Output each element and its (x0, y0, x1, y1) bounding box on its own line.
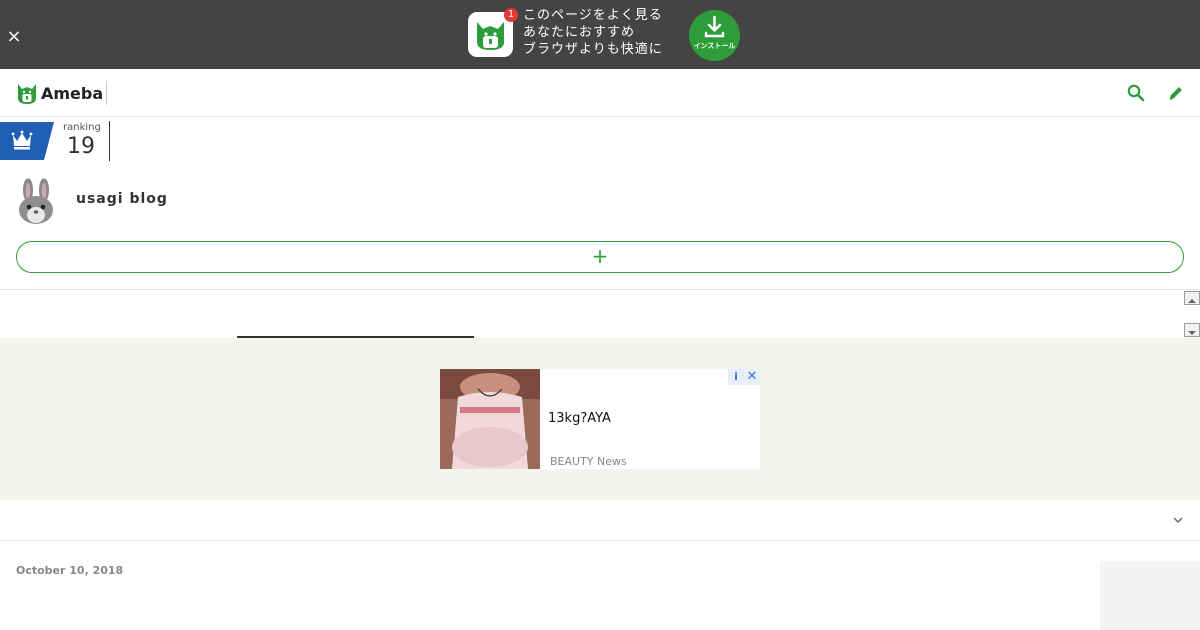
blog-title[interactable]: usagi blog (76, 191, 168, 207)
notification-badge: 1 (504, 8, 518, 22)
logo-text: Ameba (41, 83, 104, 103)
banner-message: このページをよく見る あなたにおすすめ ブラウザよりも快適に (523, 7, 663, 58)
tab-strip (0, 289, 1200, 338)
scroll-down-button[interactable] (1184, 323, 1200, 337)
ad-source: BEAUTY News (550, 455, 627, 468)
ad-section: 13kg?AYA BEAUTY News i ✕ (0, 338, 1200, 500)
ranking-divider (109, 121, 110, 161)
side-panel (1100, 561, 1200, 630)
banner-line-3: ブラウザよりも快適に (523, 42, 663, 57)
avatar[interactable] (12, 177, 60, 225)
ad-info-icon[interactable]: i (728, 369, 744, 385)
follow-button[interactable]: + (16, 241, 1184, 273)
close-icon[interactable]: × (4, 27, 24, 47)
edit-pencil-icon[interactable] (1166, 83, 1186, 103)
ad-card[interactable]: 13kg?AYA BEAUTY News i ✕ (440, 369, 760, 469)
ad-image[interactable] (440, 369, 540, 469)
app-install-banner: × 1 このページをよく見る あなたにおすすめ ブラウザよりも快適に インストー… (0, 0, 1200, 69)
ranking-label: ranking (63, 122, 101, 133)
ad-title[interactable]: 13kg?AYA (548, 411, 611, 426)
install-button[interactable]: インストール (689, 10, 740, 61)
banner-line-1: このページをよく見る (523, 8, 663, 23)
rabbit-avatar-icon (12, 177, 60, 225)
chevron-down-icon[interactable] (1170, 512, 1186, 528)
site-header: Ameba (0, 69, 1200, 117)
search-icon[interactable] (1126, 83, 1146, 103)
download-icon (704, 15, 725, 38)
banner-line-2: あなたにおすすめ (523, 25, 636, 40)
ad-close-icon[interactable]: ✕ (744, 369, 760, 385)
header-divider (106, 81, 107, 105)
install-label: インストール (693, 42, 736, 50)
arrow-up-icon (1188, 299, 1196, 303)
ranking-badge[interactable] (0, 122, 54, 160)
post-date: October 10, 2018 (16, 564, 124, 577)
ranking-number: 19 (67, 134, 95, 159)
scroll-up-button[interactable] (1184, 291, 1200, 305)
ameba-logo[interactable]: Ameba (16, 80, 103, 106)
collapse-row (0, 500, 1200, 541)
ameba-mascot-icon (18, 84, 36, 104)
